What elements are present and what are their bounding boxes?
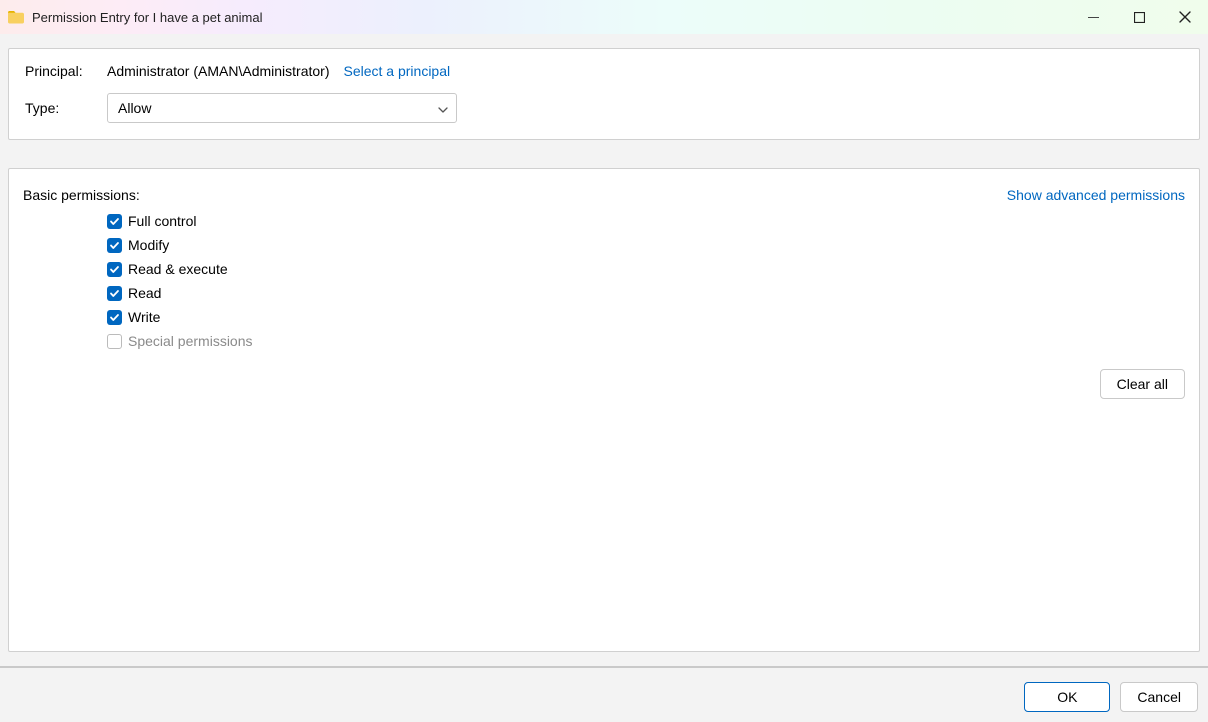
type-label: Type: <box>25 100 107 116</box>
checkbox-write[interactable] <box>107 310 122 325</box>
minimize-button[interactable] <box>1070 0 1116 34</box>
principal-value: Administrator (AMAN\Administrator) <box>107 63 330 79</box>
permission-special: Special permissions <box>107 333 1185 349</box>
permission-label: Special permissions <box>128 333 253 349</box>
principal-label: Principal: <box>25 63 107 79</box>
permission-label: Modify <box>128 237 169 253</box>
permissions-list: Full control Modify Read & execute Read … <box>107 213 1185 349</box>
clear-all-wrap: Clear all <box>1100 369 1185 399</box>
select-principal-link[interactable]: Select a principal <box>344 63 451 79</box>
window-buttons <box>1070 0 1208 34</box>
window-title: Permission Entry for I have a pet animal <box>32 10 263 25</box>
maximize-button[interactable] <box>1116 0 1162 34</box>
permission-label: Read <box>128 285 161 301</box>
chevron-down-icon <box>438 100 448 116</box>
show-advanced-permissions-link[interactable]: Show advanced permissions <box>1007 187 1185 203</box>
principal-row: Principal: Administrator (AMAN\Administr… <box>25 63 1183 79</box>
permission-read: Read <box>107 285 1185 301</box>
permission-full-control: Full control <box>107 213 1185 229</box>
ok-button[interactable]: OK <box>1024 682 1110 712</box>
titlebar: Permission Entry for I have a pet animal <box>0 0 1208 34</box>
permissions-header: Basic permissions: Show advanced permiss… <box>23 187 1185 203</box>
basic-permissions-label: Basic permissions: <box>23 187 140 203</box>
type-dropdown[interactable]: Allow <box>107 93 457 123</box>
permission-label: Read & execute <box>128 261 228 277</box>
close-button[interactable] <box>1162 0 1208 34</box>
checkbox-full-control[interactable] <box>107 214 122 229</box>
permission-label: Write <box>128 309 160 325</box>
type-row: Type: Allow <box>25 93 1183 123</box>
clear-all-button[interactable]: Clear all <box>1100 369 1185 399</box>
permission-read-execute: Read & execute <box>107 261 1185 277</box>
footer: OK Cancel <box>0 668 1208 712</box>
checkbox-modify[interactable] <box>107 238 122 253</box>
permission-modify: Modify <box>107 237 1185 253</box>
checkbox-read-execute[interactable] <box>107 262 122 277</box>
permission-write: Write <box>107 309 1185 325</box>
permissions-panel: Basic permissions: Show advanced permiss… <box>8 168 1200 652</box>
cancel-button[interactable]: Cancel <box>1120 682 1198 712</box>
principal-type-panel: Principal: Administrator (AMAN\Administr… <box>8 48 1200 140</box>
type-dropdown-value: Allow <box>118 100 151 116</box>
folder-icon <box>8 10 24 24</box>
checkbox-special-permissions <box>107 334 122 349</box>
checkbox-read[interactable] <box>107 286 122 301</box>
permission-label: Full control <box>128 213 196 229</box>
